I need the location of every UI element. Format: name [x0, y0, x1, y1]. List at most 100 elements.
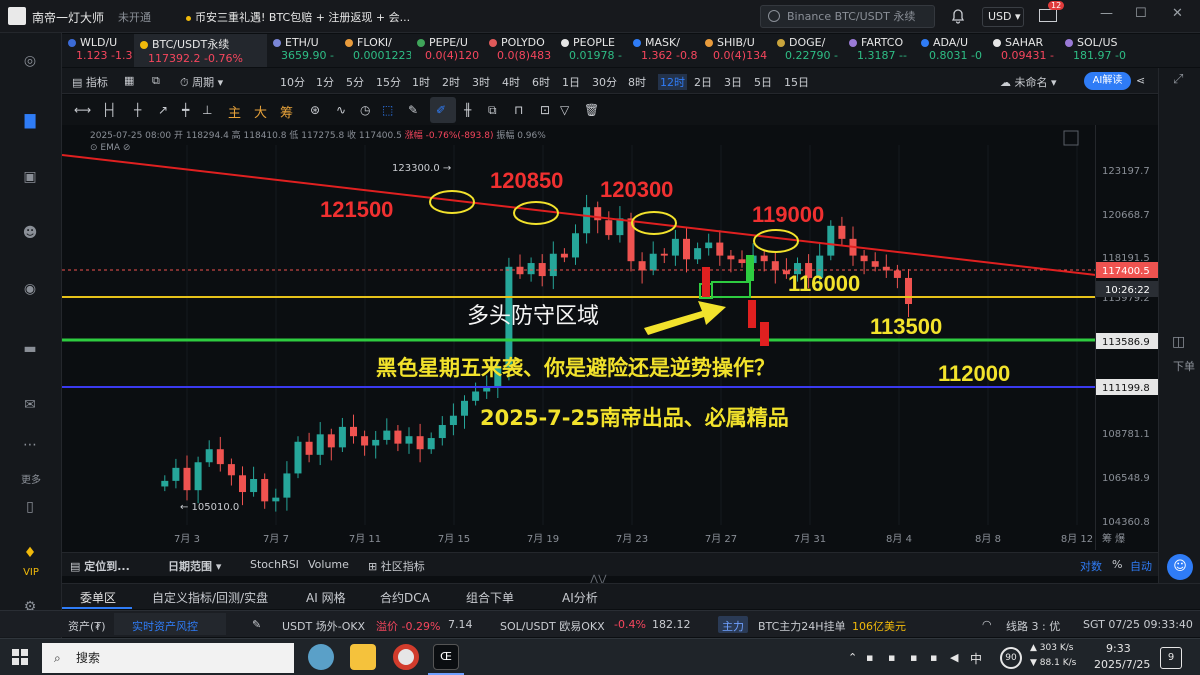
vip-label[interactable]: VIP: [0, 567, 62, 578]
pattern-tool-icon[interactable]: ⊛: [310, 103, 320, 117]
chrome-icon[interactable]: [393, 644, 419, 670]
taskbar-app-1[interactable]: [308, 644, 334, 670]
phone-icon[interactable]: ▯: [19, 499, 41, 521]
hline-tool-icon[interactable]: ⟷: [74, 103, 91, 117]
ticker-tab[interactable]: SHIB/U 0.0(4)134: [699, 34, 771, 67]
taskbar-clock[interactable]: 9:33: [1106, 642, 1131, 655]
ticker-tab[interactable]: PEPE/U 0.0(4)120: [411, 34, 483, 67]
interval-option[interactable]: 30分: [592, 74, 617, 90]
otc-label[interactable]: USDT 场外-OKX: [282, 618, 365, 634]
temperature-badge[interactable]: 90: [1000, 647, 1022, 669]
ticker-tab[interactable]: DOGE/0.22790 -: [771, 34, 843, 67]
indicator-button[interactable]: ▤ 指标: [72, 74, 108, 90]
ticker-tab[interactable]: MASK/1.362 -0.8: [627, 34, 699, 67]
interval-option[interactable]: 8时: [628, 74, 646, 90]
interval-option[interactable]: 4时: [502, 74, 520, 90]
candle-type-icon[interactable]: ⧉: [152, 74, 160, 88]
ime-indicator[interactable]: 中: [970, 650, 982, 667]
candle-tool-icon[interactable]: ╫: [464, 103, 471, 117]
interval-option[interactable]: 1分: [316, 74, 334, 90]
interval-option[interactable]: 5分: [346, 74, 364, 90]
volume-icon[interactable]: ◀: [950, 651, 958, 664]
interval-option[interactable]: 12时: [658, 74, 687, 90]
watch-icon[interactable]: ◉: [19, 281, 41, 303]
notification-badge[interactable]: 9: [1160, 647, 1182, 669]
logo-icon[interactable]: ◎: [19, 53, 41, 75]
interval-option[interactable]: 15日: [784, 74, 809, 90]
ticker-tab[interactable]: BTC/USDT永续 117392.2 -0.76%: [134, 34, 267, 67]
expand-icon[interactable]: ⤢: [1173, 72, 1183, 87]
filter-tool-icon[interactable]: ▽: [560, 103, 569, 117]
locate-button[interactable]: ▤ 定位到...: [70, 558, 130, 574]
promo-marquee[interactable]: 币安三重礼遇! BTC包赔 + 注册返现 + 会...: [186, 9, 410, 25]
ticker-tab[interactable]: PEOPLE 0.01978 -: [555, 34, 627, 67]
more-label[interactable]: 更多: [0, 471, 62, 486]
draw-tool-icon[interactable]: ✐: [436, 103, 446, 117]
ai-interpret-button[interactable]: AI解读: [1084, 72, 1131, 90]
taskbar-date[interactable]: 2025/7/25: [1094, 658, 1150, 671]
chart-canvas[interactable]: 7月 3 7月 7 7月 11 7月 15 7月 19 7月 23 7月 27 7月 31 8月…: [61, 125, 1158, 550]
stochrsi-tab[interactable]: StochRSI: [250, 558, 299, 571]
interval-option[interactable]: 1日: [562, 74, 580, 90]
interval-option[interactable]: 3日: [724, 74, 742, 90]
lock-tool-icon[interactable]: ⊡: [540, 103, 550, 117]
clock-tool-icon[interactable]: ◷: [360, 103, 370, 117]
bottom-tab[interactable]: AI 网格: [306, 589, 346, 606]
ticker-tab[interactable]: ETH/U 3659.90 -: [267, 34, 339, 67]
ticker-tab[interactable]: POLYDO 0.0(8)483: [483, 34, 555, 67]
assistant-icon[interactable]: ☺: [1167, 554, 1193, 580]
robot-icon[interactable]: ☻: [19, 225, 41, 247]
main-force-button[interactable]: 主: [228, 102, 241, 121]
period-select[interactable]: ⏱ 周期 ▾: [180, 74, 223, 90]
mail-icon[interactable]: [1039, 9, 1057, 22]
bottom-tab[interactable]: 自定义指标/回测/实盘: [152, 589, 268, 606]
bottom-tab[interactable]: AI分析: [562, 589, 598, 606]
ticker-tab[interactable]: FLOKI/0.0001223: [339, 34, 411, 67]
cross-tool-icon[interactable]: ┿: [182, 103, 189, 117]
windows-start-icon[interactable]: [12, 649, 28, 665]
bell-icon[interactable]: [950, 8, 966, 24]
price-axis[interactable]: 123197.7120668.7118191.5113586.9111199.8…: [1095, 125, 1159, 550]
taskbar-app-2[interactable]: [350, 644, 376, 670]
ema-legend[interactable]: ⊙ EMA ⊘: [90, 143, 130, 153]
volume-tab[interactable]: Volume: [308, 558, 349, 571]
sol-label[interactable]: SOL/USDT 欧易OKX: [500, 618, 605, 634]
auto-scale-toggle[interactable]: 自动: [1130, 558, 1152, 574]
symbol-search-input[interactable]: Binance BTC/USDT 永续: [760, 5, 935, 28]
price-chart[interactable]: 7月 3 7月 7 7月 11 7月 15 7月 19 7月 23 7月 27 7月 31 8月…: [61, 125, 1158, 550]
currency-select[interactable]: USD ▾: [982, 7, 1024, 27]
ray-tool-icon[interactable]: ↗: [158, 103, 168, 117]
bottom-tab[interactable]: 合约DCA: [380, 589, 430, 606]
portfolio-icon[interactable]: ▣: [19, 169, 41, 191]
grid-icon[interactable]: ▦: [124, 74, 134, 87]
interval-option[interactable]: 10分: [280, 74, 305, 90]
interval-option[interactable]: 3时: [472, 74, 490, 90]
range-tool-icon[interactable]: ├┤: [102, 103, 116, 117]
community-indicator[interactable]: ⊞ 社区指标: [368, 558, 425, 574]
minimize-button[interactable]: —: [1100, 6, 1113, 21]
more-icon[interactable]: ⋯: [19, 437, 41, 459]
line-status[interactable]: 线路 3 : 优: [1006, 618, 1060, 634]
interval-option[interactable]: 2日: [694, 74, 712, 90]
close-button[interactable]: ✕: [1172, 6, 1183, 21]
wave-tool-icon[interactable]: ∿: [336, 103, 346, 117]
wallet-icon[interactable]: ▬: [19, 341, 41, 363]
tray-icon-2[interactable]: ▪: [888, 651, 895, 664]
ticker-tab[interactable]: ADA/U 0.8031 -0: [915, 34, 987, 67]
ticker-tab[interactable]: WLD/U 1.123 -1.3: [62, 34, 134, 67]
maximize-button[interactable]: ☐: [1135, 6, 1147, 21]
trading-app-icon[interactable]: Œ: [433, 644, 459, 670]
delete-tool-icon[interactable]: 🗑: [584, 103, 599, 117]
interval-option[interactable]: 5日: [754, 74, 772, 90]
interval-option[interactable]: 15分: [376, 74, 401, 90]
vip-icon[interactable]: ♦: [19, 545, 41, 567]
tray-icon-1[interactable]: ▪: [866, 651, 873, 664]
tray-arrow-icon[interactable]: ⌃: [848, 651, 857, 664]
interval-option[interactable]: 6时: [532, 74, 550, 90]
chart-nav-icon[interactable]: ▇: [19, 113, 41, 135]
share-icon[interactable]: ⋖: [1136, 74, 1145, 87]
date-range-select[interactable]: 日期范围 ▾: [168, 558, 221, 574]
log-scale-toggle[interactable]: 对数: [1080, 558, 1102, 574]
select-tool-icon[interactable]: ⬚: [382, 103, 393, 117]
pen-tool-icon[interactable]: ✎: [408, 103, 418, 117]
